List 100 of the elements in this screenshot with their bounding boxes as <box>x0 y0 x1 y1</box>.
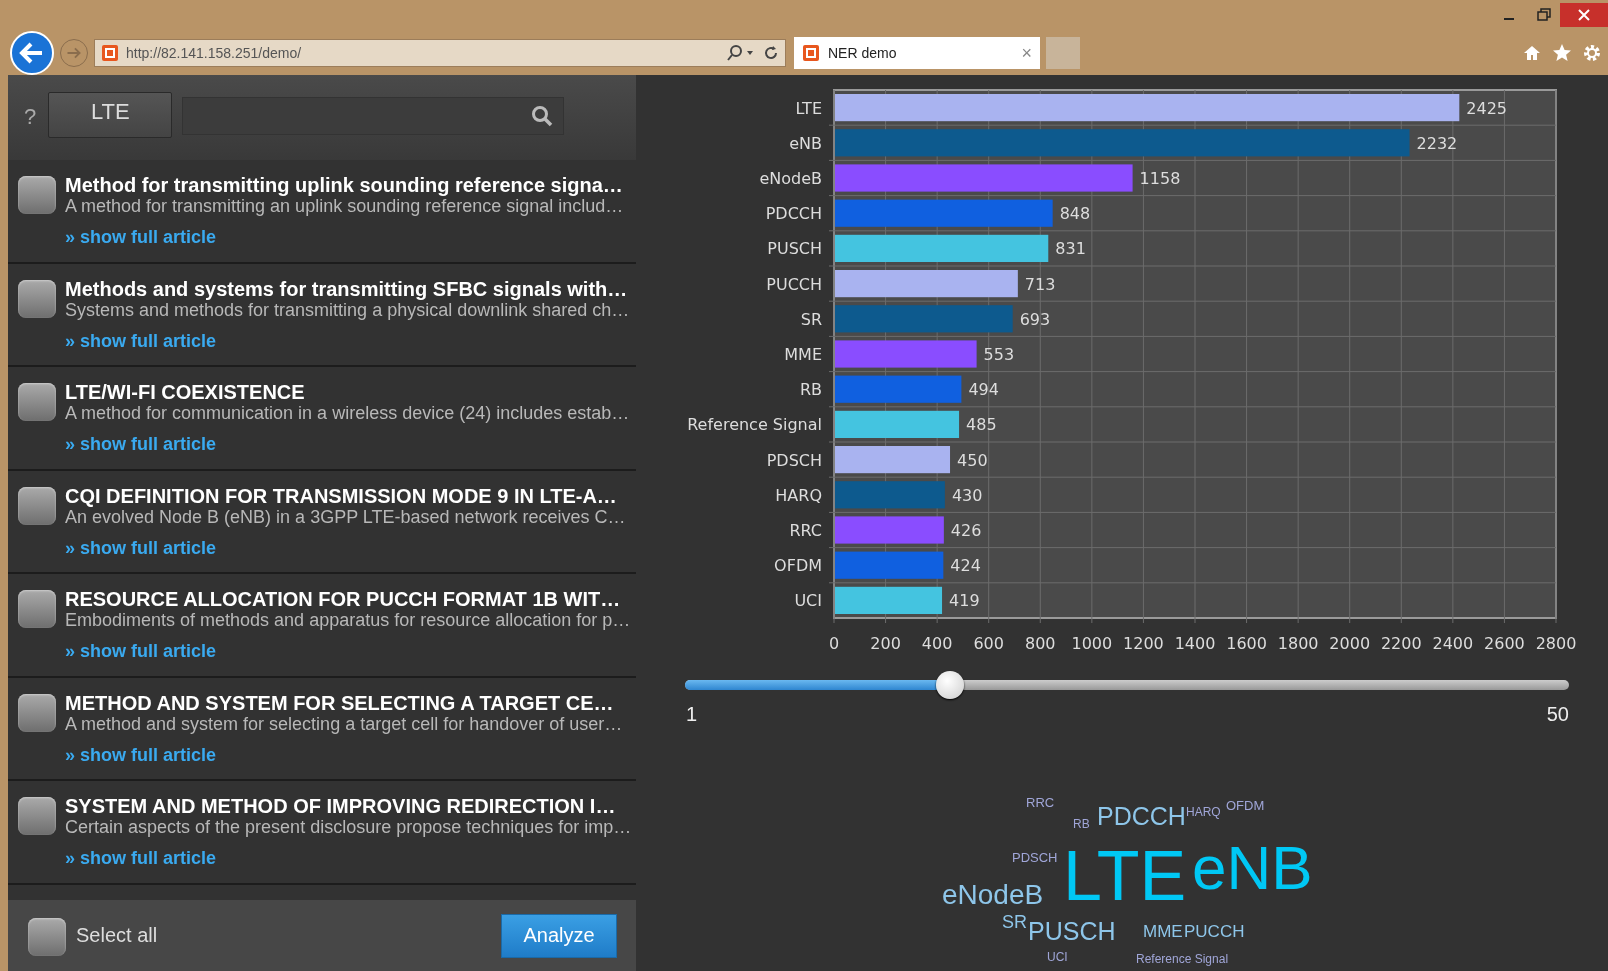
article-title: LTE/WI-FI COEXISTENCE <box>65 381 306 403</box>
category-label: PUSCH <box>767 239 822 259</box>
axis-tick-label: 1600 <box>1226 634 1267 653</box>
axis-tick-label: 1200 <box>1123 634 1164 653</box>
search-field[interactable] <box>182 97 565 135</box>
cloud-word: RRC <box>1026 795 1055 810</box>
cloud-word: UCI <box>1047 950 1068 964</box>
axis-tick-label: 600 <box>973 634 1004 653</box>
article-checkbox[interactable] <box>18 279 56 318</box>
close-icon[interactable] <box>1560 3 1608 27</box>
analyze-button[interactable]: Analyze <box>501 913 617 958</box>
article-summary: A method and system for selecting a target cell for handover of user… <box>65 713 623 735</box>
cloud-word: eNB <box>1192 833 1313 902</box>
category-label: PDCCH <box>765 204 822 224</box>
category-label: PUCCH <box>766 274 822 294</box>
bar-value-label: 430 <box>951 485 983 505</box>
article-title: RESOURCE ALLOCATION FOR PUCCH FORMAT 1B WIT… <box>65 588 622 610</box>
show-article-link[interactable]: » show full article <box>65 744 217 766</box>
cloud-word: PDCCH <box>1097 802 1186 830</box>
axis-tick-label: 800 <box>1025 634 1056 653</box>
category-label: OFDM <box>774 556 822 576</box>
category-label: HARQ <box>775 485 822 505</box>
browser-tab[interactable]: NER demo × <box>794 37 1040 69</box>
article-checkbox[interactable] <box>18 590 56 628</box>
axis-tick-label: 2000 <box>1329 634 1371 653</box>
article-title: SYSTEM AND METHOD OF IMPROVING REDIRECTION I… <box>65 795 617 817</box>
axis-tick-label: 0 <box>828 634 840 653</box>
article-title: Method for transmitting uplink sounding reference signa… <box>65 174 624 196</box>
slider-thumb[interactable] <box>936 671 965 699</box>
bar-value-label: 693 <box>1019 309 1051 329</box>
site-icon <box>101 44 119 62</box>
show-article-link[interactable]: » show full article <box>65 227 217 248</box>
article-title: METHOD AND SYSTEM FOR SELECTING A TARGET CE… <box>65 691 615 714</box>
article-checkbox[interactable] <box>18 383 56 421</box>
article-title: CQI DEFINITION FOR TRANSMISSION MODE 9 IN LTE-A… <box>65 484 618 507</box>
bar-value-label: 424 <box>950 556 981 576</box>
category-label: RB <box>799 380 822 400</box>
tab-close-button[interactable]: × <box>1021 42 1032 64</box>
cloud-word: PUSCH <box>1028 917 1116 945</box>
address-field[interactable]: http://82.141.158.251/demo/ <box>94 39 786 67</box>
bar-value-label: 419 <box>949 591 980 611</box>
axis-tick-label: 2200 <box>1380 634 1422 653</box>
show-article-link[interactable]: » show full article <box>65 330 217 352</box>
refresh-icon[interactable] <box>763 44 779 62</box>
category-label: UCI <box>794 591 822 611</box>
bar-value-label: 2425 <box>1466 98 1507 118</box>
bar-value-label: 426 <box>950 521 982 540</box>
article-checkbox[interactable] <box>18 693 56 732</box>
show-article-link[interactable]: » show full article <box>65 537 217 559</box>
bar-value-label: 2232 <box>1416 133 1458 153</box>
cloud-word: LTE <box>1063 837 1187 915</box>
category-label: eNodeB <box>759 169 822 188</box>
star-icon[interactable] <box>1552 43 1572 63</box>
category-label: RRC <box>789 521 822 540</box>
bar-value-label: 485 <box>966 415 997 435</box>
tag-button[interactable]: LTE <box>48 92 173 138</box>
axis-tick-label: 1800 <box>1277 634 1319 653</box>
cloud-word: OFDM <box>1226 798 1265 813</box>
axis-tick-label: 2800 <box>1535 634 1577 653</box>
show-article-link[interactable]: » show full article <box>65 641 217 662</box>
home-icon[interactable] <box>1522 43 1542 63</box>
slider-max-label: 50 <box>1546 703 1569 726</box>
cloud-word: Reference Signal <box>1136 952 1229 966</box>
cloud-word: eNodeB <box>942 879 1044 910</box>
search-icon <box>531 105 554 127</box>
help-icon[interactable]: ? <box>24 104 37 130</box>
select-all-checkbox[interactable] <box>28 917 66 956</box>
cloud-word: HARQ <box>1186 805 1221 819</box>
article-title: Methods and systems for transmitting SFBC signals with… <box>65 277 629 300</box>
article-summary: Embodiments of methods and apparatus for resource allocation for p… <box>65 610 631 631</box>
bar-value-label: 553 <box>983 345 1015 364</box>
show-article-link[interactable]: » show full article <box>65 848 217 869</box>
settings-icon[interactable] <box>1582 43 1602 63</box>
cloud-word: PDSCH <box>1012 850 1058 865</box>
select-all-label: Select all <box>76 924 159 947</box>
bar-value-label: 848 <box>1059 204 1091 224</box>
article-summary: An evolved Node B (eNB) in a 3GPP LTE-based network receives C… <box>65 506 626 528</box>
category-label: eNB <box>789 133 822 153</box>
bar-value-label: 1158 <box>1139 169 1181 188</box>
axis-tick-label: 1400 <box>1174 634 1216 653</box>
article-summary: Systems and methods for transmitting a physical downlink shared ch… <box>65 299 630 321</box>
category-label: SR <box>800 309 822 329</box>
category-label: LTE <box>795 98 822 118</box>
axis-tick-label: 2600 <box>1484 634 1525 653</box>
back-icon[interactable] <box>10 31 54 75</box>
bar-value-label: 713 <box>1024 274 1056 294</box>
axis-tick-label: 1000 <box>1071 634 1113 653</box>
article-checkbox[interactable] <box>18 176 56 214</box>
axis-tick-label: 400 <box>921 634 953 653</box>
search-icon[interactable] <box>726 44 756 62</box>
article-summary: Certain aspects of the present disclosure propose techniques for imp… <box>65 817 632 838</box>
bar-value-label: 450 <box>957 450 988 470</box>
axis-tick-label: 2400 <box>1432 634 1474 653</box>
slider-min-label: 1 <box>686 703 698 726</box>
show-article-link[interactable]: » show full article <box>65 434 217 455</box>
cloud-word: SR <box>1002 912 1027 932</box>
cloud-word: MME <box>1143 922 1183 941</box>
article-checkbox[interactable] <box>18 797 56 835</box>
article-checkbox[interactable] <box>18 486 56 525</box>
category-label: Reference Signal <box>687 415 822 435</box>
